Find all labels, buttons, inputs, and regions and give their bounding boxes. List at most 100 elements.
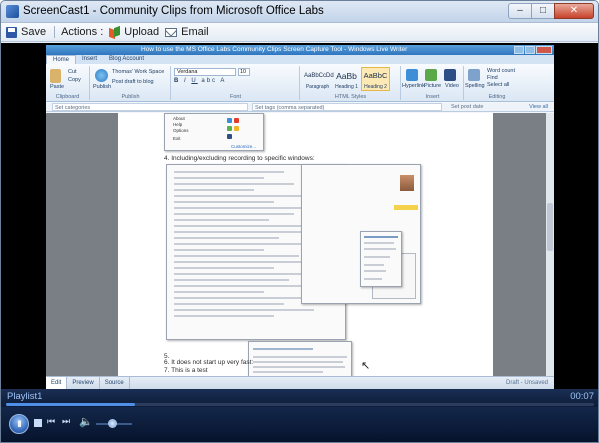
embedded-menu-text: Customize... (231, 144, 257, 149)
email-icon (165, 27, 178, 37)
view-all-link: View all (529, 104, 548, 110)
seek-bar[interactable] (6, 403, 594, 406)
post-draft-label: Post draft to blog (112, 79, 154, 85)
style-paragraph: AaBbCcDd Paragraph (304, 73, 334, 90)
doc-step-7: 7. This is a test (164, 367, 208, 374)
playlist-label[interactable]: Playlist1 (7, 391, 42, 402)
style-heading-2: AaBbC Heading 2 (361, 67, 390, 91)
find-label: Find (487, 75, 498, 81)
save-label: Save (21, 26, 47, 38)
recorded-ribbon: Paste Cut Copy Clipboard Publish Thomas'… (46, 64, 554, 102)
previous-button[interactable]: ⏮ (47, 416, 55, 427)
mouse-cursor-icon: ↖ (361, 360, 371, 372)
embedded-menu-text: About (173, 116, 185, 121)
upload-label: Upload (124, 26, 160, 38)
blog-account-label: Thomas' Work Space (112, 69, 165, 75)
group-label-editing: Editing (488, 94, 506, 100)
actions-label: Actions : (61, 26, 104, 38)
hyperlink-label: Hyperlink (402, 83, 425, 89)
email-label: Email (181, 26, 209, 38)
recorded-group-editing: Spelling Word count Find Select all Edit… (465, 66, 529, 100)
group-label-publish: Publish (121, 94, 140, 100)
email-button[interactable]: Email (165, 26, 209, 38)
font-name-box: Verdana (174, 68, 236, 76)
draft-status: Draft - Unsaved (505, 380, 548, 386)
close-button[interactable]: ✕ (554, 3, 594, 19)
style-heading-1: AaBb Heading 1 (335, 71, 358, 90)
recorded-group-font: Verdana 10 B I U abc A Font (172, 66, 300, 100)
seek-bar-fill (6, 403, 136, 406)
group-label-font: Font (229, 94, 241, 100)
recorded-document-area: About Help Options Exit Customize... 4. … (46, 113, 554, 389)
view-tab-preview: Preview (67, 377, 100, 389)
recorded-status-bar: Edit Preview Source Draft - Unsaved (46, 376, 554, 389)
select-all-label: Select all (487, 82, 510, 88)
embedded-context-menu (360, 231, 402, 287)
paste-label: Paste (50, 84, 65, 90)
maximize-button[interactable]: □ (531, 3, 555, 19)
recorded-tab-insert: Insert (82, 56, 98, 62)
spelling-label: Spelling (465, 83, 485, 89)
doc-step-4: 4. Including/excluding recording to spec… (164, 155, 315, 162)
video-label: Video (445, 83, 459, 89)
recorded-scrollbar (546, 113, 554, 376)
time-display: 00:07 (570, 391, 594, 402)
recorded-ribbon-tabs: Home Insert Blog Account (46, 55, 554, 64)
picture-label: Picture (424, 83, 442, 89)
upload-button[interactable]: Upload (109, 26, 159, 38)
doc-step-6: 6. It does not start up very fast: (164, 359, 254, 366)
upload-icon (109, 27, 121, 38)
avatar (400, 175, 414, 191)
embedded-menu-text: Exit (173, 136, 181, 141)
video-frame[interactable]: How to use the MS Office Labs Community … (46, 45, 554, 389)
window-title: ScreenCast1 - Community Clips from Micro… (23, 5, 324, 17)
window-controls: – □ ✕ (508, 3, 594, 20)
save-button[interactable]: Save (6, 26, 46, 38)
group-label-insert: Insert (425, 94, 440, 100)
media-controls: II ⏮ ⏭ 🔈 (1, 407, 598, 442)
volume-icon[interactable]: 🔈 (79, 415, 93, 428)
publish-icon (95, 69, 108, 82)
title-bar[interactable]: ScreenCast1 - Community Clips from Micro… (1, 1, 598, 23)
paste-icon (50, 69, 61, 83)
recorded-window-controls (513, 46, 552, 54)
font-size-box: 10 (238, 68, 250, 76)
embedded-menu-text: Help (173, 122, 183, 127)
style-gallery: AaBbCcDd Paragraph AaBb Heading 1 AaBbC Hea… (303, 67, 391, 91)
stop-button[interactable] (34, 419, 42, 427)
volume-slider-knob[interactable] (108, 419, 118, 428)
tags-field: Set tags (comma separated) (252, 103, 442, 111)
post-date-field: Set post date (451, 104, 484, 110)
recorded-group-insert: Hyperlink Picture Video Insert (402, 66, 464, 100)
recorded-app-title-text: How to use the MS Office Labs Community … (141, 46, 408, 53)
video-stage[interactable]: How to use the MS Office Labs Community … (1, 43, 598, 389)
categories-field: Set categories (52, 103, 248, 111)
view-tab-source: Source (100, 377, 130, 389)
copy-label: Copy (68, 77, 81, 83)
format-buttons: B I U abc A (174, 78, 227, 84)
recorded-post-properties: Set categories Set tags (comma separated… (46, 103, 554, 112)
app-icon (6, 5, 19, 18)
save-icon (6, 26, 17, 38)
picture-icon (425, 69, 437, 81)
main-toolbar: Save Actions : Upload Email (1, 23, 598, 42)
play-pause-button[interactable]: II (9, 414, 29, 434)
spelling-icon (468, 69, 480, 81)
group-label-clipboard: Clipboard (55, 94, 80, 100)
recorded-document-page: About Help Options Exit Customize... 4. … (118, 113, 493, 389)
publish-label: Publish (93, 84, 112, 90)
recorded-group-publish: Publish Thomas' Work Space Post draft to… (91, 66, 171, 100)
cut-label: Cut (68, 69, 77, 75)
playlist-bar: Playlist1 00:07 (1, 389, 598, 407)
word-count-label: Word count (487, 68, 516, 74)
view-tab-edit: Edit (46, 377, 68, 389)
toolbar-separator (54, 26, 56, 38)
recorded-tab-blog-account: Blog Account (109, 56, 145, 62)
next-button[interactable]: ⏭ (62, 416, 70, 427)
community-clips-window: ScreenCast1 - Community Clips from Micro… (0, 0, 599, 443)
hyperlink-icon (406, 69, 418, 81)
recorded-group-clipboard: Paste Cut Copy Clipboard (46, 66, 90, 100)
minimize-button[interactable]: – (508, 3, 532, 19)
video-icon (444, 69, 456, 81)
embedded-menu-screenshot: About Help Options Exit Customize... (164, 113, 264, 151)
